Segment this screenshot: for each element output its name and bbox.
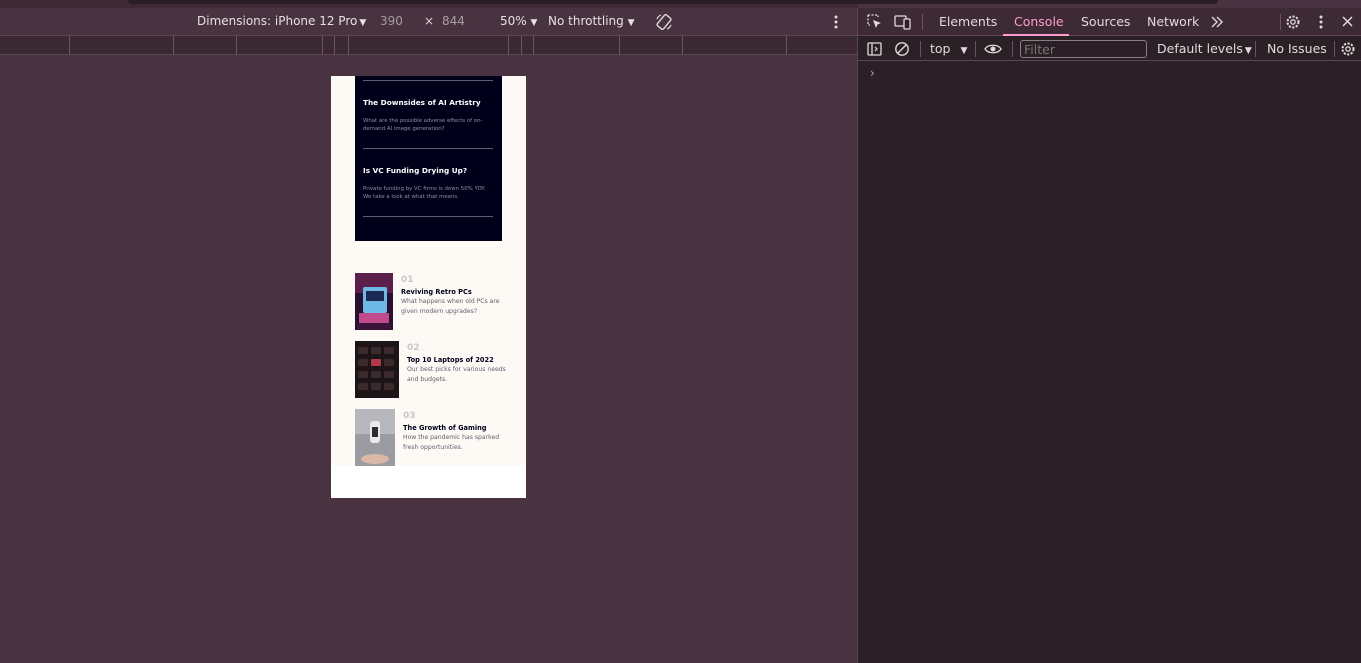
caret-down-icon: ▼ [359, 18, 367, 28]
more-options-icon[interactable] [830, 13, 842, 31]
divider [363, 216, 493, 217]
issues-counter[interactable]: No Issues [1267, 41, 1327, 56]
rank-number: 01 [401, 275, 414, 285]
caret-down-icon: ▼ [530, 18, 538, 28]
tab-network[interactable]: Network [1147, 14, 1199, 29]
ruler-tick[interactable] [786, 36, 787, 55]
rank-title[interactable]: Reviving Retro PCs [401, 288, 472, 296]
inspect-element-icon[interactable] [867, 14, 883, 30]
gaming-controller-image [355, 409, 395, 466]
separator [922, 14, 923, 30]
rank-number: 02 [407, 343, 420, 353]
console-settings-gear-icon[interactable] [1340, 41, 1356, 57]
caret-down-icon: ▼ [1244, 46, 1252, 56]
ruler-tick[interactable] [334, 36, 335, 55]
laptop-keyboard-image [355, 341, 399, 398]
rotate-icon[interactable] [655, 13, 673, 31]
divider [363, 148, 493, 149]
separator [1255, 41, 1256, 57]
throttling-dropdown[interactable]: No throttling ▼ [548, 14, 635, 28]
close-icon[interactable] [1341, 15, 1354, 28]
zoom-dropdown[interactable]: 50% ▼ [500, 14, 537, 28]
rank-title[interactable]: Top 10 Laptops of 2022 [407, 356, 494, 364]
devtools-tabbar: Elements Console Sources Network [858, 8, 1361, 36]
separator [975, 41, 976, 57]
device-viewport: The Downsides of AI Artistry What are th… [331, 76, 526, 498]
rank-number: 03 [403, 411, 416, 421]
console-toolbar: top ▼ Default levels▼ No Issues [858, 37, 1361, 61]
rank-desc: How the pandemic has sparked fresh oppor… [403, 434, 500, 451]
ruler-tick[interactable] [508, 36, 509, 55]
log-levels-dropdown[interactable]: Default levels ▼ [1157, 41, 1252, 56]
device-toolbar-icon[interactable] [894, 14, 912, 30]
sidebar-toggle-icon[interactable] [867, 42, 882, 56]
clear-console-icon[interactable] [894, 41, 910, 57]
console-filter-input[interactable] [1020, 40, 1147, 58]
separator [1334, 41, 1335, 57]
devtools-panel: Elements Console Sources Network top ▼ F… [857, 8, 1361, 663]
more-options-icon[interactable] [1315, 14, 1327, 30]
device-toolbar: Dimensions: iPhone 12 Pro ▼ 390 × 844 50%… [0, 8, 857, 36]
new-articles-panel: The Downsides of AI Artistry What are th… [355, 76, 502, 241]
ruler-tick[interactable] [173, 36, 174, 55]
top-pill [128, 0, 1218, 4]
article-desc: Private funding by VC firms is down 50% … [363, 186, 486, 200]
dimensions-dropdown[interactable]: Dimensions: iPhone 12 Pro ▼ [197, 14, 366, 28]
log-levels-label: Default levels [1157, 41, 1243, 56]
ruler-tick[interactable] [236, 36, 237, 55]
top-strip [0, 0, 1218, 8]
context-label: top [930, 41, 951, 56]
times-sign: × [424, 14, 435, 28]
width-input[interactable]: 390 [380, 14, 403, 28]
ruler-tick[interactable] [619, 36, 620, 55]
ruler-tick[interactable] [682, 36, 683, 55]
article-desc: What are the possible adverse effects of… [363, 118, 483, 132]
media-query-ruler [0, 36, 857, 55]
ruler-tick[interactable] [348, 36, 349, 55]
tab-console[interactable]: Console [1014, 14, 1064, 29]
rank-desc: Our best picks for various needs and bud… [407, 366, 506, 383]
article-title[interactable]: Is VC Funding Drying Up? [363, 166, 467, 175]
tab-elements[interactable]: Elements [939, 14, 997, 29]
separator [1012, 41, 1013, 57]
caret-down-icon: ▼ [960, 46, 968, 56]
dimensions-label: Dimensions: iPhone 12 Pro [197, 14, 358, 28]
ruler-tick[interactable] [521, 36, 522, 55]
separator [1280, 14, 1281, 30]
active-tab-indicator [1003, 34, 1069, 36]
zoom-label: 50% [500, 14, 527, 28]
tab-sources[interactable]: Sources [1081, 14, 1130, 29]
ruler-tick[interactable] [322, 36, 323, 55]
console-prompt-icon[interactable]: › [870, 66, 875, 80]
rank-title[interactable]: The Growth of Gaming [403, 424, 487, 432]
caret-down-icon: ▼ [627, 18, 635, 28]
separator [920, 41, 921, 57]
divider [363, 80, 493, 81]
ruler-tick[interactable] [533, 36, 534, 55]
context-selector[interactable]: top ▼ [930, 41, 967, 56]
settings-gear-icon[interactable] [1285, 14, 1301, 30]
more-tabs-icon[interactable] [1210, 16, 1224, 28]
article-title[interactable]: The Downsides of AI Artistry [363, 98, 481, 107]
ruler-tick[interactable] [69, 36, 70, 55]
throttling-label: No throttling [548, 14, 624, 28]
retro-pc-image [355, 273, 393, 330]
live-expression-eye-icon[interactable] [984, 42, 1002, 56]
page-bottom [331, 465, 526, 498]
rank-desc: What happens when old PCs are given mode… [401, 298, 500, 315]
height-input[interactable]: 844 [442, 14, 465, 28]
